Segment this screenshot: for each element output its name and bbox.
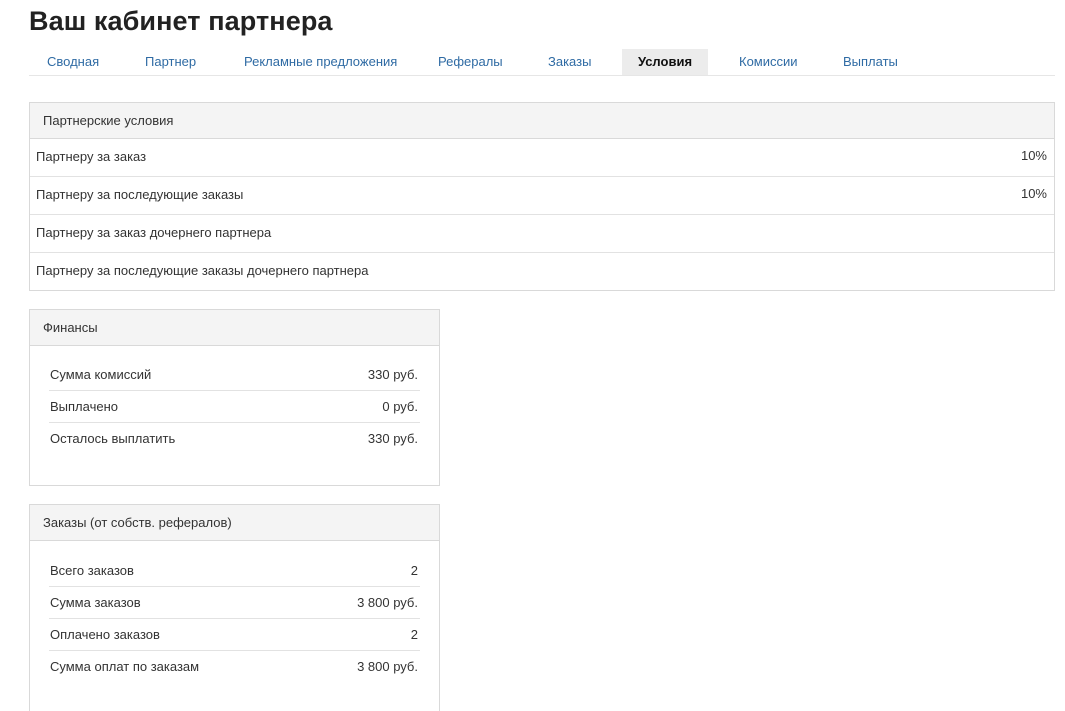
orders-list: Всего заказов 2 Сумма заказов 3 800 руб.… bbox=[49, 555, 420, 682]
tab-summary[interactable]: Сводная bbox=[47, 49, 99, 75]
finance-row: Осталось выплатить 330 руб. bbox=[49, 423, 420, 454]
conditions-list: Партнеру за заказ 10% Партнеру за послед… bbox=[30, 139, 1054, 290]
order-stat-value: 3 800 руб. bbox=[357, 659, 418, 674]
conditions-panel-title: Партнерские условия bbox=[30, 103, 1054, 139]
order-stat-label: Оплачено заказов bbox=[50, 627, 160, 642]
tab-orders[interactable]: Заказы bbox=[548, 49, 591, 75]
finances-list: Сумма комиссий 330 руб. Выплачено 0 руб.… bbox=[49, 359, 420, 454]
finance-label: Сумма комиссий bbox=[50, 367, 152, 382]
finance-value: 330 руб. bbox=[367, 367, 418, 382]
finance-label: Выплачено bbox=[50, 399, 118, 414]
tab-ad-offers[interactable]: Рекламные предложения bbox=[244, 49, 397, 75]
finance-value: 330 руб. bbox=[367, 431, 418, 446]
order-stat-row: Сумма оплат по заказам 3 800 руб. bbox=[49, 651, 420, 682]
finances-panel-title: Финансы bbox=[30, 310, 439, 346]
condition-row: Партнеру за последующие заказы 10% bbox=[30, 177, 1054, 215]
finance-label: Осталось выплатить bbox=[50, 431, 176, 446]
tab-partner[interactable]: Партнер bbox=[145, 49, 196, 75]
partner-cabinet-page: Ваш кабинет партнера Сводная Партнер Рек… bbox=[0, 0, 1065, 711]
condition-value: 10% bbox=[1020, 186, 1047, 201]
condition-label: Партнеру за последующие заказы bbox=[36, 187, 244, 202]
order-stat-label: Сумма заказов bbox=[50, 595, 141, 610]
order-stat-value: 3 800 руб. bbox=[357, 595, 418, 610]
condition-row: Партнеру за последующие заказы дочернего… bbox=[30, 253, 1054, 290]
finance-value: 0 руб. bbox=[382, 399, 418, 414]
order-stat-label: Всего заказов bbox=[50, 563, 134, 578]
order-stat-label: Сумма оплат по заказам bbox=[50, 659, 200, 674]
condition-value: 10% bbox=[1020, 148, 1047, 163]
condition-label: Партнеру за заказ bbox=[36, 149, 147, 164]
order-stat-row: Всего заказов 2 bbox=[49, 555, 420, 587]
conditions-panel: Партнерские условия Партнеру за заказ 10… bbox=[29, 102, 1055, 291]
orders-panel-title: Заказы (от собств. рефералов) bbox=[30, 505, 439, 541]
orders-panel: Заказы (от собств. рефералов) Всего зака… bbox=[29, 504, 440, 711]
finance-row: Выплачено 0 руб. bbox=[49, 391, 420, 423]
condition-label: Партнеру за последующие заказы дочернего… bbox=[36, 263, 369, 278]
tab-commissions[interactable]: Комиссии bbox=[739, 49, 798, 75]
order-stat-row: Оплачено заказов 2 bbox=[49, 619, 420, 651]
condition-label: Партнеру за заказ дочернего партнера bbox=[36, 225, 272, 240]
order-stat-value: 2 bbox=[410, 563, 418, 578]
finances-panel: Финансы Сумма комиссий 330 руб. Выплачен… bbox=[29, 309, 440, 486]
page-title: Ваш кабинет партнера bbox=[29, 6, 333, 36]
tab-payouts[interactable]: Выплаты bbox=[843, 49, 898, 75]
order-stat-row: Сумма заказов 3 800 руб. bbox=[49, 587, 420, 619]
finance-row: Сумма комиссий 330 руб. bbox=[49, 359, 420, 391]
condition-row: Партнеру за заказ 10% bbox=[30, 139, 1054, 177]
tab-referrals[interactable]: Рефералы bbox=[438, 49, 503, 75]
tab-bar: Сводная Партнер Рекламные предложения Ре… bbox=[29, 49, 1055, 76]
order-stat-value: 2 bbox=[410, 627, 418, 642]
condition-row: Партнеру за заказ дочернего партнера bbox=[30, 215, 1054, 253]
tab-conditions[interactable]: Условия bbox=[622, 49, 708, 75]
